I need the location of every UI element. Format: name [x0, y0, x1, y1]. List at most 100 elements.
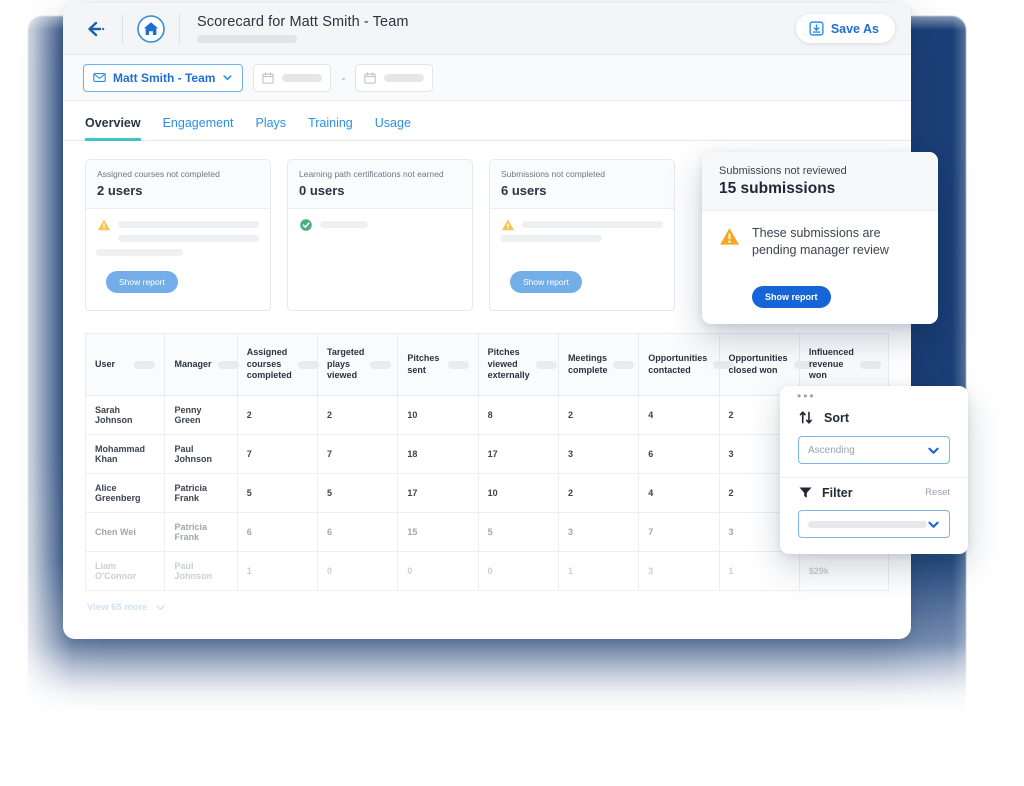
save-as-label: Save As — [830, 21, 879, 36]
chevron-down-icon — [927, 444, 940, 457]
page-subtitle-placeholder — [197, 35, 297, 43]
table-head: User Manager Assigned courses completed … — [84, 333, 890, 396]
cell-influenced-revenue-won: $29k — [798, 551, 890, 591]
tab-engagement[interactable]: Engagement — [163, 116, 234, 141]
filter-reset-button[interactable]: Reset — [925, 487, 950, 498]
cell-assigned-courses-completed: 6 — [236, 512, 319, 552]
filter-value-select[interactable] — [798, 510, 950, 538]
column-header-label: Pitches viewed externally — [487, 346, 530, 381]
table-row[interactable]: Chen Wei Patricia Frank 6 6 15 5 3 7 3 — [84, 512, 890, 552]
cell-manager: Paul Johnson — [164, 551, 238, 591]
column-menu-placeholder[interactable] — [297, 360, 319, 369]
column-header-label: Opportunities closed won — [728, 352, 788, 375]
column-header-label: User — [95, 358, 116, 369]
kpi-card-body: Show report — [490, 209, 674, 310]
background-fade-bottom — [0, 640, 1024, 786]
column-header-assigned-courses-completed[interactable]: Assigned courses completed — [236, 333, 319, 396]
cell-user[interactable]: Chen Wei — [84, 512, 166, 552]
table-row[interactable]: Alice Greenberg Patricia Frank 5 5 17 10… — [84, 473, 890, 513]
column-menu-placeholder[interactable] — [134, 360, 156, 369]
show-report-button[interactable]: Show report — [106, 271, 178, 293]
table-row[interactable]: Mohammad Khan Paul Johnson 7 7 18 17 3 6… — [84, 434, 890, 474]
submissions-popover-header: Submissions not reviewed 15 submissions — [702, 152, 938, 211]
table-row[interactable]: Sarah Johnson Penny Green 2 2 10 8 2 4 2 — [84, 395, 890, 435]
background-fade-left — [0, 0, 72, 786]
column-header-label: Meetings complete — [567, 352, 608, 375]
column-header-targeted-plays-viewed[interactable]: Targeted plays viewed — [317, 333, 399, 396]
column-menu-placeholder[interactable] — [859, 360, 881, 369]
back-button[interactable] — [79, 20, 115, 38]
date-to-input[interactable] — [355, 63, 434, 92]
save-icon — [809, 21, 824, 36]
kpi-card-skeleton — [320, 218, 461, 232]
cell-user[interactable]: Liam O'Connor — [84, 551, 166, 591]
kpi-card-submissions-not-completed: Submissions not completed 6 users Show r… — [489, 159, 675, 311]
kpi-card-title: Submissions not completed — [501, 169, 605, 179]
column-header-pitches-sent[interactable]: Pitches sent — [397, 333, 479, 396]
cell-pitches-viewed-externally: 5 — [477, 512, 559, 552]
tab-usage[interactable]: Usage — [375, 116, 411, 141]
column-menu-placeholder[interactable] — [535, 360, 557, 369]
column-header-pitches-viewed-externally[interactable]: Pitches viewed externally — [477, 333, 559, 396]
kpi-card-title: Learning path certifications not earned — [299, 169, 444, 179]
view-more-button[interactable]: View 65 more — [87, 602, 887, 613]
cell-meetings-complete: 2 — [557, 473, 640, 513]
filter-section: Filter Reset — [780, 478, 968, 551]
cell-opportunities-contacted: 7 — [638, 512, 720, 552]
arrow-left-icon — [86, 20, 108, 38]
kpi-card-title: Assigned courses not completed — [97, 169, 220, 179]
column-header-user[interactable]: User — [84, 333, 166, 396]
audience-select[interactable]: Matt Smith - Team — [83, 63, 244, 92]
tab-plays[interactable]: Plays — [255, 116, 286, 141]
header-divider-1 — [122, 13, 123, 44]
cell-user[interactable]: Sarah Johnson — [84, 395, 166, 435]
column-menu-placeholder[interactable] — [613, 360, 635, 369]
save-as-button[interactable]: Save As — [795, 14, 895, 43]
column-menu-placeholder[interactable] — [217, 360, 239, 369]
page-title-block: Scorecard for Matt Smith - Team — [197, 14, 409, 43]
cell-opportunities-contacted: 4 — [638, 395, 720, 435]
cell-meetings-complete: 3 — [557, 512, 640, 552]
kpi-card-skeleton — [500, 218, 663, 242]
table-row[interactable]: Liam O'Connor Paul Johnson 1 0 0 0 1 3 1… — [84, 551, 890, 591]
audience-select-label: Matt Smith - Team — [113, 70, 216, 85]
kpi-card-detail — [96, 218, 259, 256]
app-header: Scorecard for Matt Smith - Team Save As — [63, 3, 911, 55]
show-report-button[interactable]: Show report — [510, 271, 582, 293]
tab-training[interactable]: Training — [308, 116, 353, 141]
cell-meetings-complete: 3 — [557, 434, 640, 474]
column-header-label: Targeted plays viewed — [327, 346, 365, 381]
cell-user[interactable]: Alice Greenberg — [84, 473, 166, 513]
chevron-down-icon — [927, 518, 940, 531]
cell-opportunities-contacted: 6 — [638, 434, 720, 474]
calendar-icon — [364, 71, 377, 84]
column-menu-placeholder[interactable] — [370, 360, 392, 369]
submissions-not-reviewed-popover: Submissions not reviewed 15 submissions … — [702, 152, 938, 324]
column-header-label: Manager — [174, 358, 212, 369]
scorecard-table: User Manager Assigned courses completed … — [84, 333, 890, 591]
date-range-separator: - — [341, 70, 346, 85]
cell-assigned-courses-completed: 5 — [236, 473, 319, 513]
cell-targeted-plays-viewed: 0 — [317, 551, 399, 591]
cell-opportunities-closed-won: 1 — [718, 551, 800, 591]
tab-overview[interactable]: Overview — [85, 116, 141, 141]
column-header-manager[interactable]: Manager — [164, 333, 239, 396]
filter-header: Filter Reset — [798, 480, 950, 510]
cell-user[interactable]: Mohammad Khan — [84, 434, 166, 474]
sort-direction-select[interactable]: Ascending — [798, 436, 950, 464]
home-button[interactable] — [130, 14, 172, 44]
kpi-card-value: 0 users — [299, 183, 345, 198]
kpi-card-body — [288, 209, 472, 310]
date-from-input[interactable] — [253, 63, 332, 92]
column-header-meetings-complete[interactable]: Meetings complete — [557, 333, 640, 396]
column-header-label: Influenced revenue won — [808, 346, 854, 381]
kpi-card-assigned-courses: Assigned courses not completed 2 users S… — [85, 159, 271, 311]
cell-targeted-plays-viewed: 5 — [317, 473, 399, 513]
submissions-show-report-button[interactable]: Show report — [752, 286, 831, 308]
submissions-popover-title: Submissions not reviewed — [719, 165, 847, 177]
column-header-opportunities-contacted[interactable]: Opportunities contacted — [638, 333, 735, 396]
funnel-icon — [798, 485, 813, 500]
ellipsis-icon[interactable]: ••• — [780, 386, 968, 402]
column-menu-placeholder[interactable] — [447, 360, 469, 369]
kpi-card-body: Show report — [86, 209, 270, 310]
